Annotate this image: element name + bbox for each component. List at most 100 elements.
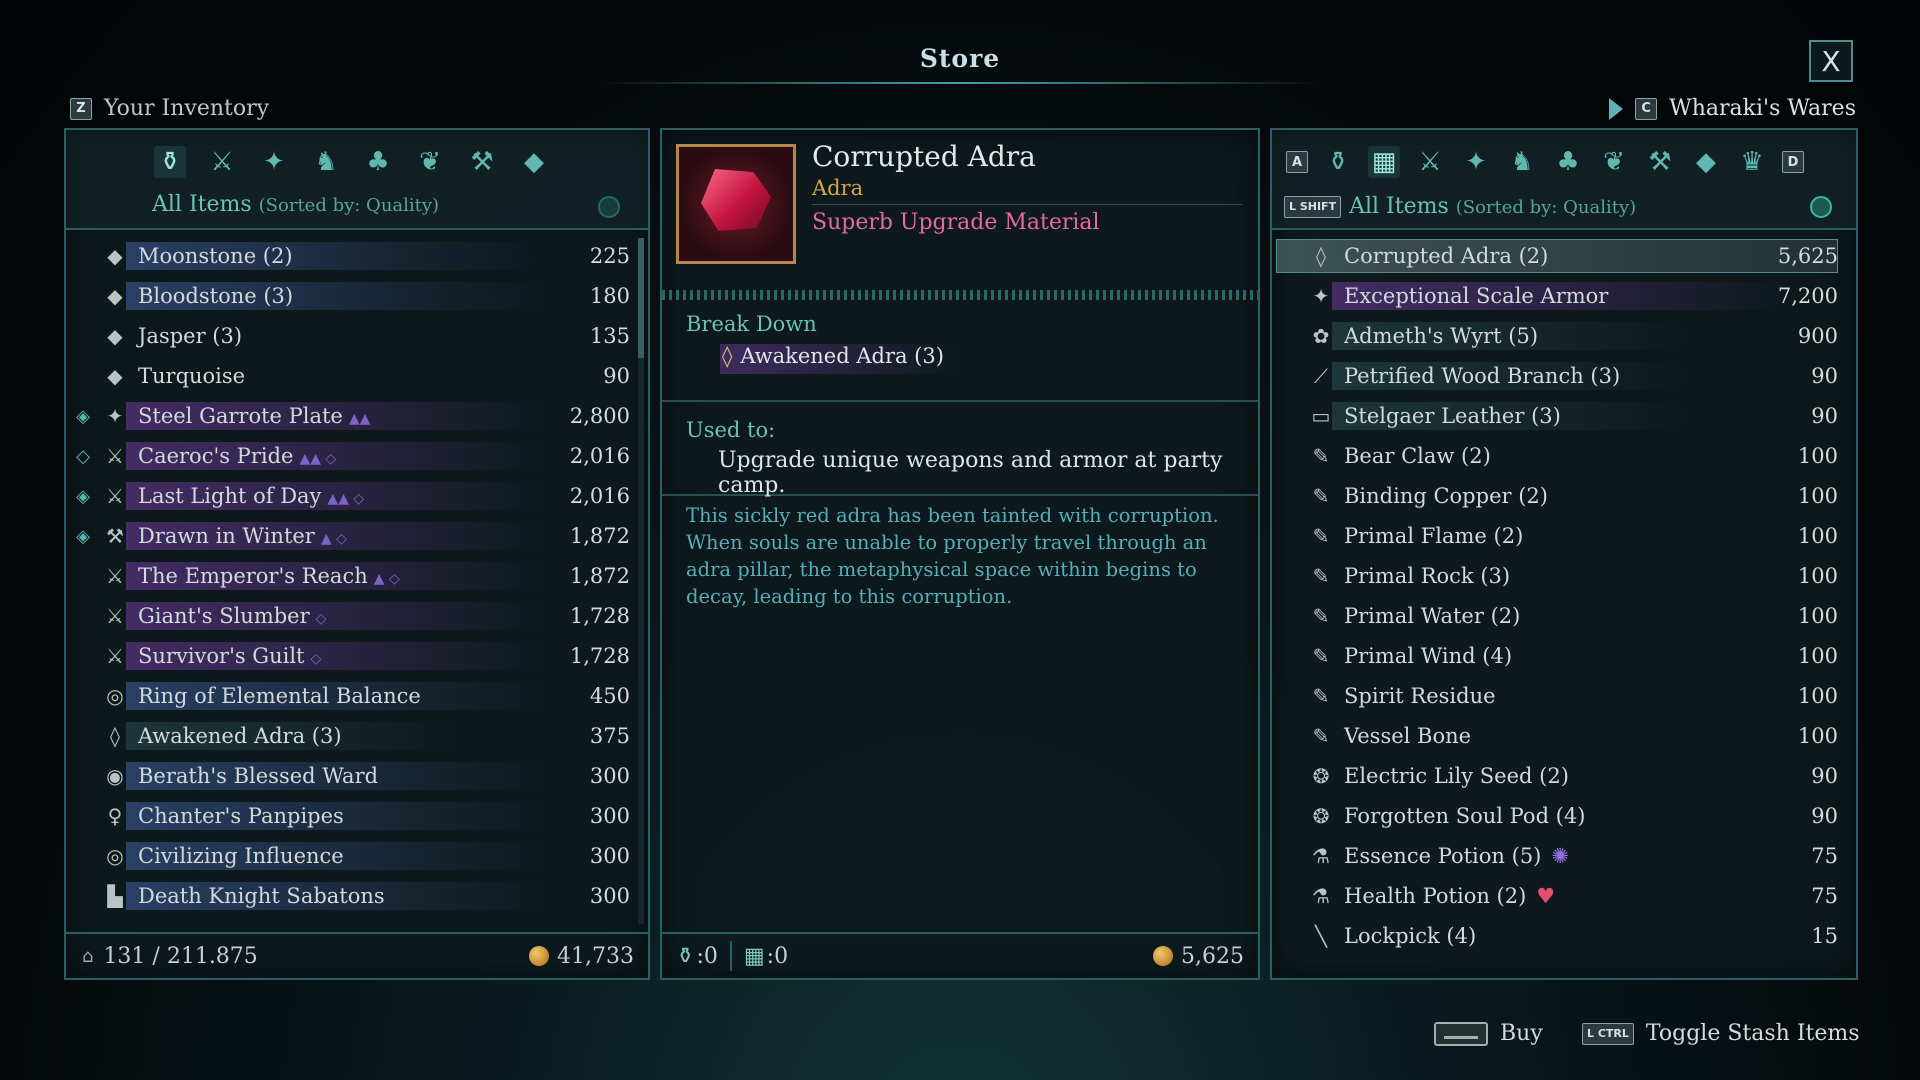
buy-hint[interactable]: Buy <box>1434 1021 1543 1046</box>
sword-icon: ⚔ <box>106 604 124 628</box>
weight-icon: ⌂ <box>82 945 94 967</box>
list-item[interactable]: ❂ Electric Lily Seed (2) 90 <box>1272 756 1856 796</box>
gem-icon: ◆ <box>107 364 123 388</box>
clothing-filter-icon[interactable]: ♞ <box>310 146 342 178</box>
coin-icon <box>529 945 550 966</box>
breakdown-item[interactable]: ◊ Awakened Adra (3) <box>722 344 944 368</box>
clothing-filter-icon[interactable]: ♞ <box>1506 146 1538 178</box>
list-item[interactable]: ⟋ Petrified Wood Branch (3) 90 <box>1272 356 1856 396</box>
close-button[interactable]: X <box>1809 40 1853 82</box>
item-price: 300 <box>589 804 630 828</box>
list-item[interactable]: ◈ ⚒ Drawn in Winter ▲ ◇ 1,872 <box>66 516 648 556</box>
crafting-filter-icon[interactable]: ⚒ <box>1644 146 1676 178</box>
list-item[interactable]: ✎ Primal Flame (2) 100 <box>1272 516 1856 556</box>
item-price: 1,728 <box>569 604 630 628</box>
list-item[interactable]: ✎ Vessel Bone 100 <box>1272 716 1856 756</box>
accessories-filter-icon[interactable]: ♣ <box>1552 146 1584 178</box>
item-name: The Emperor's Reach ▲ ◇ <box>138 564 400 588</box>
seed-icon: ❂ <box>1312 804 1330 828</box>
item-name: Berath's Blessed Ward <box>138 764 379 788</box>
toggle-stash-hint[interactable]: L CTRL Toggle Stash Items <box>1582 1021 1860 1046</box>
corrupted-adra-icon <box>701 169 771 231</box>
list-item[interactable]: ◉ Berath's Blessed Ward 300 <box>66 756 648 796</box>
item-name: Electric Lily Seed (2) <box>1344 764 1569 788</box>
list-item[interactable]: ◆ Turquoise 90 <box>66 356 648 396</box>
vendor-filter-label[interactable]: All Items (Sorted by: Quality) <box>1349 194 1636 219</box>
item-name: Turquoise <box>138 364 246 388</box>
vendor-key[interactable]: C <box>1635 97 1658 120</box>
list-item[interactable]: ♀ Chanter's Panpipes 300 <box>66 796 648 836</box>
list-item[interactable]: ⚔ Survivor's Guilt ◇ 1,728 <box>66 636 648 676</box>
item-price: 90 <box>1811 764 1838 788</box>
list-item[interactable]: ▭ Stelgaer Leather (3) 90 <box>1272 396 1856 436</box>
item-name: Death Knight Sabatons <box>138 884 385 908</box>
item-name: Exceptional Scale Armor <box>1344 284 1609 308</box>
list-item[interactable]: ◆ Bloodstone (3) 180 <box>66 276 648 316</box>
weapons-filter-icon[interactable]: ⚔ <box>1414 146 1446 178</box>
list-item[interactable]: ◊ Awakened Adra (3) 375 <box>66 716 648 756</box>
list-item[interactable]: ✎ Primal Rock (3) 100 <box>1272 556 1856 596</box>
item-price: 300 <box>589 844 630 868</box>
list-item[interactable]: ✎ Bear Claw (2) 100 <box>1272 436 1856 476</box>
scroll-icon: ✎ <box>1312 524 1330 548</box>
list-item[interactable]: ╲ Lockpick (4) 15 <box>1272 916 1856 956</box>
used-heading: Used to: <box>686 418 776 442</box>
list-item[interactable]: ✿ Admeth's Wyrt (5) 900 <box>1272 316 1856 356</box>
vendor-badge-icon <box>1810 196 1832 218</box>
stash-filter-icon[interactable]: ▦ <box>1368 146 1400 178</box>
all-items-filter-icon[interactable]: ⚱ <box>154 146 186 178</box>
list-item[interactable]: ▙ Death Knight Sabatons 300 <box>66 876 648 916</box>
shift-key[interactable]: L SHIFT <box>1284 195 1342 218</box>
list-item[interactable]: ◇ ⚔ Caeroc's Pride ▲▲ ◇ 2,016 <box>66 436 648 476</box>
list-item[interactable]: ◈ ⚔ Last Light of Day ▲▲ ◇ 2,016 <box>66 476 648 516</box>
list-item[interactable]: ◆ Moonstone (2) 225 <box>66 236 648 276</box>
inventory-key[interactable]: Z <box>70 97 92 120</box>
crafting-filter-icon[interactable]: ⚒ <box>466 146 498 178</box>
list-item[interactable]: ◈ ✦ Steel Garrote Plate ▲▲ 2,800 <box>66 396 648 436</box>
gems-filter-icon[interactable]: ◆ <box>518 146 550 178</box>
list-item[interactable]: ⚗ Essence Potion (5) ✺ 75 <box>1272 836 1856 876</box>
gems-filter-icon[interactable]: ◆ <box>1690 146 1722 178</box>
leather-icon: ▭ <box>1311 404 1331 428</box>
item-name: Essence Potion (5) ✺ <box>1344 844 1569 868</box>
item-type: Adra <box>812 176 864 200</box>
prev-filter-key[interactable]: A <box>1286 151 1308 173</box>
quest-filter-icon[interactable]: ♛ <box>1736 146 1768 178</box>
compare-marker-icon: ◇ <box>76 445 90 467</box>
list-item[interactable]: ⚔ The Emperor's Reach ▲ ◇ 1,872 <box>66 556 648 596</box>
inventory-title: Your Inventory <box>104 96 270 121</box>
consumables-filter-icon[interactable]: ❦ <box>414 146 446 178</box>
list-item[interactable]: ✦ Exceptional Scale Armor 7,200 <box>1272 276 1856 316</box>
armor-filter-icon[interactable]: ✦ <box>1460 146 1492 178</box>
list-item[interactable]: ◊ Corrupted Adra (2) 5,625 <box>1272 236 1856 276</box>
list-item[interactable]: ✎ Primal Water (2) 100 <box>1272 596 1856 636</box>
item-name: Lockpick (4) <box>1344 924 1477 948</box>
accessories-filter-icon[interactable]: ♣ <box>362 146 394 178</box>
list-item[interactable]: ✎ Primal Wind (4) 100 <box>1272 636 1856 676</box>
inventory-filter-label[interactable]: All Items (Sorted by: Quality) <box>152 192 439 217</box>
consumables-filter-icon[interactable]: ❦ <box>1598 146 1630 178</box>
armor-filter-icon[interactable]: ✦ <box>258 146 290 178</box>
pendant-icon: ♀ <box>107 804 123 828</box>
inventory-scrollbar[interactable] <box>638 238 644 924</box>
list-item[interactable]: ✎ Spirit Residue 100 <box>1272 676 1856 716</box>
scroll-icon: ✎ <box>1312 444 1330 468</box>
list-item[interactable]: ⚔ Giant's Slumber ◇ 1,728 <box>66 596 648 636</box>
upgrade-tag-icon: ▲▲ ◇ <box>327 491 365 507</box>
list-item[interactable]: ✎ Binding Copper (2) 100 <box>1272 476 1856 516</box>
title-divider <box>600 82 1320 84</box>
all-items-filter-icon[interactable]: ⚱ <box>1322 146 1354 178</box>
item-price: 2,800 <box>569 404 630 428</box>
list-item[interactable]: ◎ Civilizing Influence 300 <box>66 836 648 876</box>
list-item[interactable]: ◎ Ring of Elemental Balance 450 <box>66 676 648 716</box>
item-price: 900 <box>1797 324 1838 348</box>
list-item[interactable]: ⚗ Health Potion (2) ♥ 75 <box>1272 876 1856 916</box>
list-item[interactable]: ◆ Jasper (3) 135 <box>66 316 648 356</box>
list-item[interactable]: ❂ Forgotten Soul Pod (4) 90 <box>1272 796 1856 836</box>
item-name: Steel Garrote Plate ▲▲ <box>138 404 371 428</box>
scroll-icon: ✎ <box>1312 644 1330 668</box>
next-filter-key[interactable]: D <box>1782 151 1804 173</box>
switch-arrow-icon[interactable] <box>1609 97 1624 120</box>
item-price: 100 <box>1797 444 1838 468</box>
weapons-filter-icon[interactable]: ⚔ <box>206 146 238 178</box>
